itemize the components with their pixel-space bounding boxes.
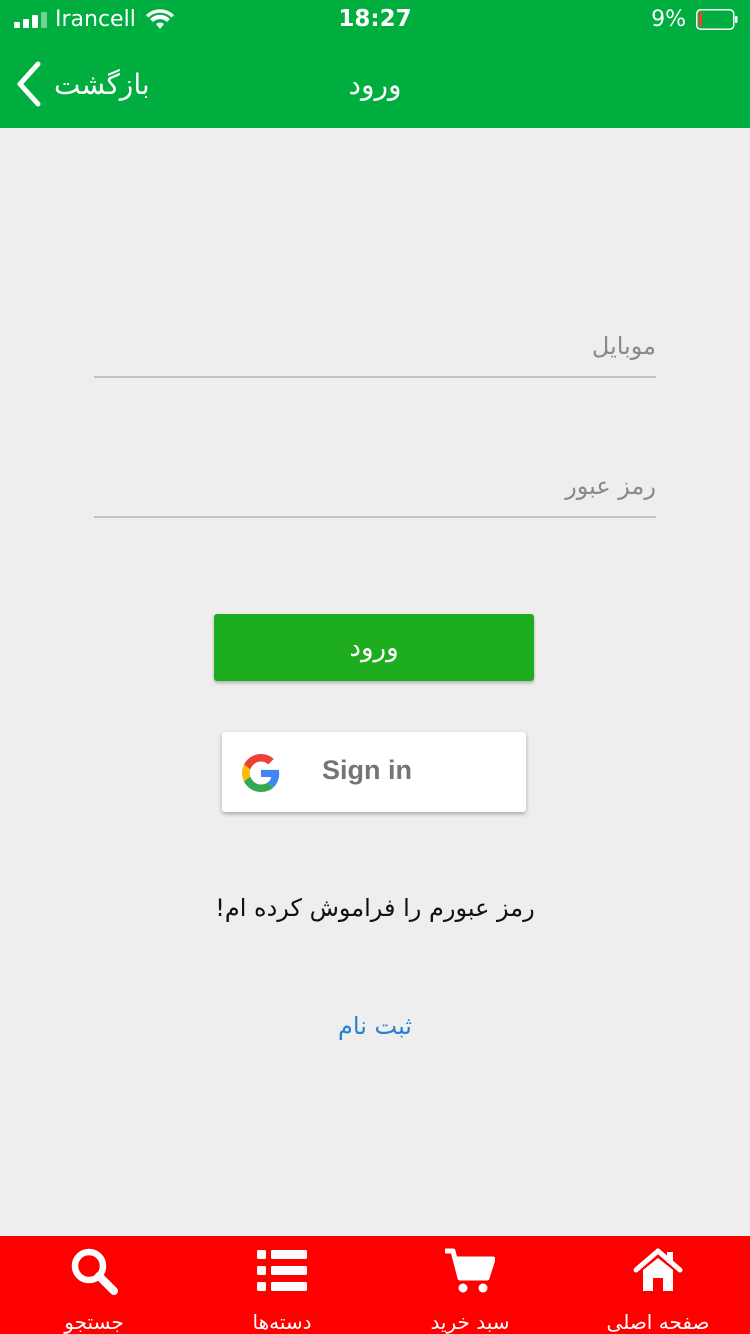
forgot-password-link[interactable]: رمز عبورم را فراموش کرده ام!: [0, 894, 750, 922]
status-bar: Irancell 18:27 9%: [0, 0, 750, 40]
clock: 18:27: [338, 6, 412, 32]
login-screen: Irancell 18:27 9% بازگشت ورود ورود: [0, 0, 750, 1334]
tab-label: سبد خرید: [430, 1310, 510, 1334]
register-link[interactable]: ثبت نام: [0, 1012, 750, 1040]
search-icon: [71, 1248, 118, 1295]
battery-percent: 9%: [651, 7, 686, 32]
tab-categories[interactable]: دسته‌ها: [188, 1236, 376, 1334]
tab-label: صفحه اصلی: [606, 1310, 710, 1334]
tab-label: جستجو: [64, 1310, 124, 1334]
mobile-field-container: [94, 316, 656, 378]
google-sign-in-button[interactable]: Sign in: [222, 732, 526, 812]
password-input[interactable]: [94, 456, 656, 516]
list-icon: [257, 1250, 307, 1291]
cart-icon: [445, 1248, 495, 1293]
mobile-input[interactable]: [94, 316, 656, 376]
login-button[interactable]: ورود: [214, 614, 534, 681]
google-logo-icon: [242, 754, 280, 792]
battery-icon: [696, 9, 738, 30]
password-field-container: [94, 456, 656, 518]
tab-search[interactable]: جستجو: [0, 1236, 188, 1334]
tab-cart[interactable]: سبد خرید: [376, 1236, 564, 1334]
bottom-tab-bar: جستجو دسته‌ها سبد خرید: [0, 1236, 750, 1334]
tab-home[interactable]: صفحه اصلی: [564, 1236, 750, 1334]
navigation-bar: بازگشت ورود: [0, 40, 750, 128]
google-sign-in-label: Sign in: [322, 755, 412, 785]
page-title: ورود: [348, 68, 402, 101]
home-icon: [633, 1248, 683, 1291]
battery-level-fill: [699, 12, 702, 27]
tab-label: دسته‌ها: [252, 1310, 312, 1334]
